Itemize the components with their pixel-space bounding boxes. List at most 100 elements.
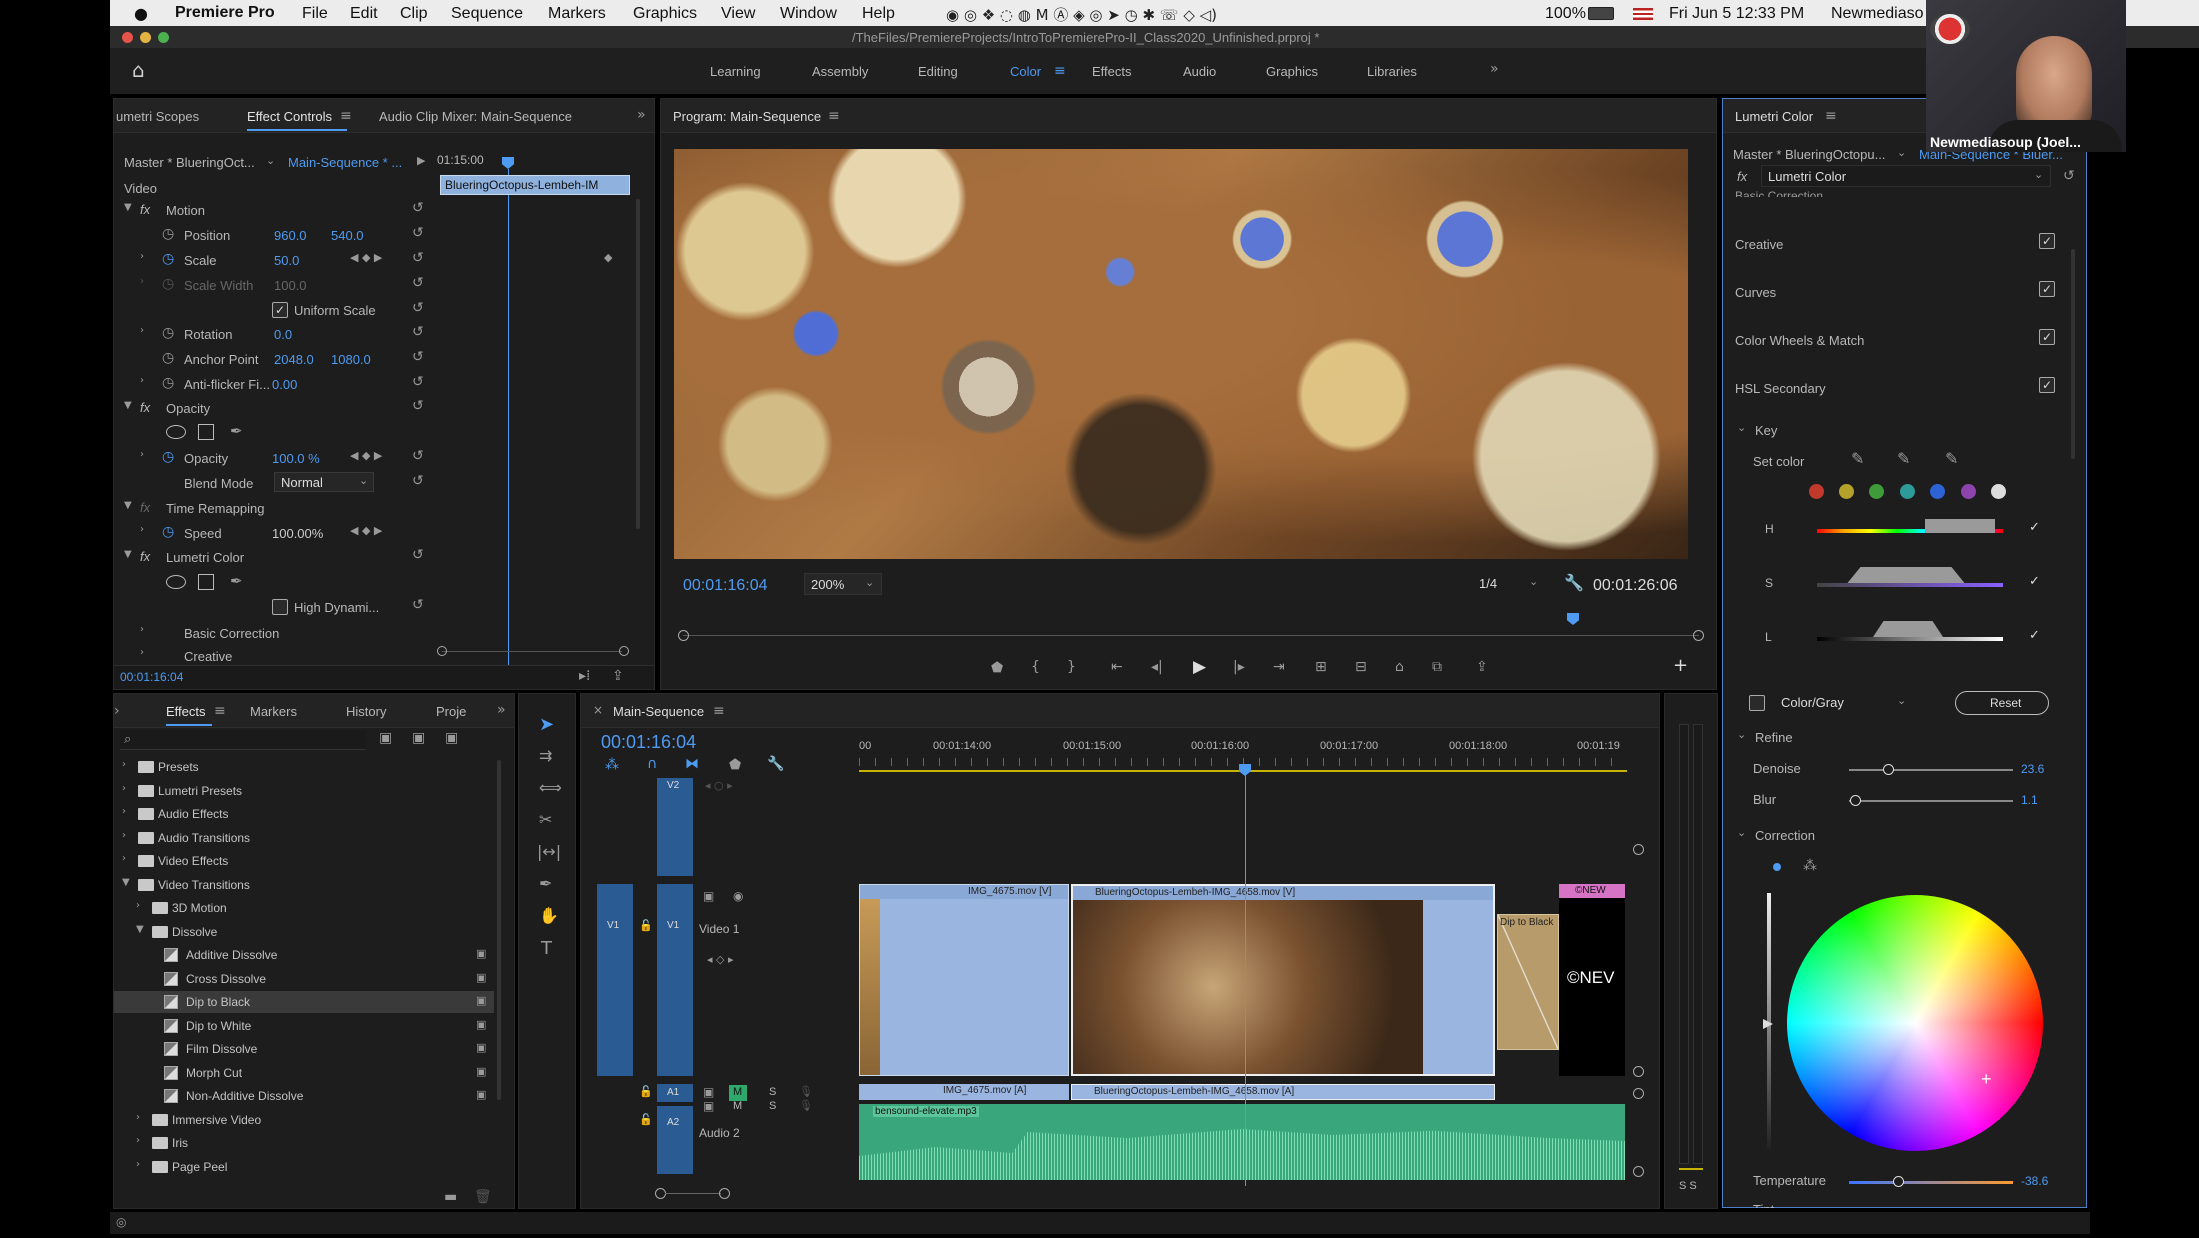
lightness-slider[interactable] <box>1817 621 2003 643</box>
tab-markers[interactable]: Markers <box>250 704 297 719</box>
close-dot[interactable] <box>122 32 133 43</box>
zoom-dot[interactable] <box>158 32 169 43</box>
stopwatch-active-icon[interactable]: ◷ <box>162 525 174 539</box>
panel-overflow-icon[interactable]: › <box>114 704 120 718</box>
zoom-handle-right[interactable] <box>719 1188 730 1199</box>
wheel-crosshair[interactable]: + <box>1981 1069 1992 1090</box>
accelerated-effects-icon[interactable]: ▣ <box>379 731 392 745</box>
scrub-handle-right[interactable] <box>1693 630 1704 641</box>
ec-zoom-handle-right[interactable] <box>619 646 629 656</box>
apple-icon[interactable]: ● <box>134 4 148 23</box>
eye-icon[interactable]: ◉ <box>733 890 743 902</box>
effects-tree-item[interactable]: › Lumetri Presets <box>114 780 494 802</box>
selection-tool-icon[interactable]: ➤ <box>539 716 554 734</box>
lumetri-effect-select[interactable]: Lumetri Color ⌄ <box>1761 165 2051 187</box>
more-workspaces-icon[interactable]: » <box>1490 62 1499 76</box>
ec-zoom-scroll[interactable] <box>442 651 622 652</box>
a-scroll-handle[interactable] <box>1633 1088 1644 1099</box>
rect-mask-icon[interactable] <box>198 574 214 590</box>
effects-tree-item[interactable]: › Video Effects <box>114 850 494 872</box>
pen-tool-icon[interactable]: ✒ <box>539 876 552 892</box>
keyframe-nav-icon[interactable]: ◀ ◆ ▶ <box>350 252 382 263</box>
add-marker-icon[interactable]: ⬟ <box>991 661 1003 675</box>
tab-lumetri-scopes[interactable]: umetri Scopes <box>116 109 199 124</box>
workspace-learning[interactable]: Learning <box>710 64 761 79</box>
lift-icon[interactable]: ⊞ <box>1315 660 1327 674</box>
v1-target[interactable] <box>657 884 693 1076</box>
step-forward-icon[interactable]: |▸ <box>1233 660 1245 674</box>
program-scrub-bar[interactable] <box>683 635 1699 636</box>
master-clip-label[interactable]: Master * BlueringOct... <box>124 155 255 170</box>
blend-mode-select[interactable]: Normal ⌄ <box>274 472 374 492</box>
effects-tree-item[interactable]: ▣ Additive Dissolve <box>114 944 494 966</box>
nest-icon[interactable]: ⁂ <box>605 758 619 772</box>
position-y-value[interactable]: 540.0 <box>331 228 364 243</box>
new-bin-icon[interactable]: ▬ <box>444 1190 457 1204</box>
effects-tree-item[interactable]: › Immersive Video <box>114 1109 494 1131</box>
swatch-cyan[interactable] <box>1900 484 1915 499</box>
v-scroll-handle[interactable] <box>1633 1066 1644 1077</box>
ellipse-mask-icon[interactable] <box>166 575 186 589</box>
effects-scrollbar[interactable] <box>497 760 501 1100</box>
play-icon[interactable]: ▶ <box>1193 659 1206 676</box>
effects-tree-item[interactable]: › Presets <box>114 756 494 778</box>
position-x-value[interactable]: 960.0 <box>274 228 307 243</box>
hsl-secondary-checkbox[interactable]: ✓ <box>2039 377 2055 393</box>
effects-tree-item[interactable]: ▣ Cross Dissolve <box>114 968 494 990</box>
chevron-right-icon[interactable]: › <box>136 1112 140 1123</box>
lock-icon[interactable]: 🔓 <box>639 1114 653 1125</box>
ec-scrollbar[interactable] <box>636 199 640 529</box>
clip-octopus-audio[interactable]: BlueringOctopus-Lembeh-IMG_4658.mov [A] <box>1071 1084 1495 1100</box>
timeline-timecode[interactable]: 00:01:16:04 <box>601 732 696 753</box>
tab-effect-controls[interactable]: Effect Controls <box>247 109 332 124</box>
workspace-menu-icon[interactable]: ≡ <box>1054 64 1066 78</box>
expand-antiflicker-icon[interactable]: › <box>140 376 144 386</box>
expand-speed-icon[interactable]: › <box>140 525 144 535</box>
chevron-right-icon[interactable]: › <box>136 1136 140 1146</box>
expand-creative-icon[interactable]: › <box>140 648 144 658</box>
section-color-wheels[interactable]: Color Wheels & Match <box>1735 333 1864 348</box>
menu-clip[interactable]: Clip <box>400 5 428 23</box>
timeline-settings-icon[interactable]: 🔧 <box>767 757 784 771</box>
effects-tree-item[interactable]: ▣ Dip to Black <box>114 991 494 1013</box>
panel-overflow-icon[interactable]: » <box>497 703 506 717</box>
expand-correction-icon[interactable]: ⌄ <box>1737 827 1746 838</box>
tab-menu-icon[interactable]: ≡ <box>214 704 226 718</box>
expand-refine-icon[interactable]: ⌄ <box>1737 729 1746 740</box>
section-creative[interactable]: Creative <box>1735 237 1783 252</box>
color-gray-select[interactable]: Color/Gray ⌄ <box>1775 693 1915 713</box>
workspace-audio[interactable]: Audio <box>1183 64 1216 79</box>
add-button-icon[interactable]: + <box>1673 657 1688 675</box>
lightness-enabled-check[interactable]: ✓ <box>2029 627 2040 643</box>
color-gray-checkbox[interactable] <box>1749 695 1765 711</box>
stopwatch-icon[interactable]: ◷ <box>162 277 174 291</box>
expand-lumetri-icon[interactable]: ▼ <box>124 550 132 560</box>
reset-icon[interactable]: ↺ <box>412 598 424 612</box>
blur-handle[interactable] <box>1850 795 1861 806</box>
mic-icon[interactable]: 🎙 <box>799 1100 813 1111</box>
expand-scale-width-icon[interactable]: › <box>140 277 144 287</box>
creative-checkbox[interactable]: ✓ <box>2039 233 2055 249</box>
meter-solo-labels[interactable]: S S <box>1679 1180 1697 1192</box>
reset-icon[interactable]: ↺ <box>412 399 424 413</box>
tab-history[interactable]: History <box>346 704 386 719</box>
swatch-blue[interactable] <box>1930 484 1945 499</box>
effects-tree-item[interactable]: › Iris <box>114 1132 494 1154</box>
denoise-value[interactable]: 23.6 <box>2021 762 2044 776</box>
single-wheel-mode-icon[interactable] <box>1773 863 1781 871</box>
export-frame-icon[interactable]: ⌂ <box>1395 660 1404 674</box>
reset-icon[interactable]: ↺ <box>412 325 424 339</box>
reset-icon[interactable]: ↺ <box>412 201 424 215</box>
filter-icon[interactable]: ▸⁞ <box>579 669 590 683</box>
ripple-edit-icon[interactable]: ⟺ <box>539 780 562 796</box>
keyframe-nav-icon[interactable]: ◀ ◆ ▶ <box>350 450 382 461</box>
high-dynamic-checkbox[interactable] <box>272 599 288 615</box>
slip-tool-icon[interactable]: |↔| <box>537 844 561 860</box>
playhead-marker[interactable] <box>502 157 514 169</box>
reset-icon[interactable]: ↺ <box>412 375 424 389</box>
swatch-white[interactable] <box>1991 484 2006 499</box>
eyedropper-add-icon[interactable]: ✎ <box>1897 451 1910 467</box>
chevron-right-icon[interactable]: › <box>122 760 126 770</box>
panel-menu-icon[interactable]: ≡ <box>713 704 725 718</box>
ec-timecode[interactable]: 00:01:16:04 <box>120 670 183 684</box>
